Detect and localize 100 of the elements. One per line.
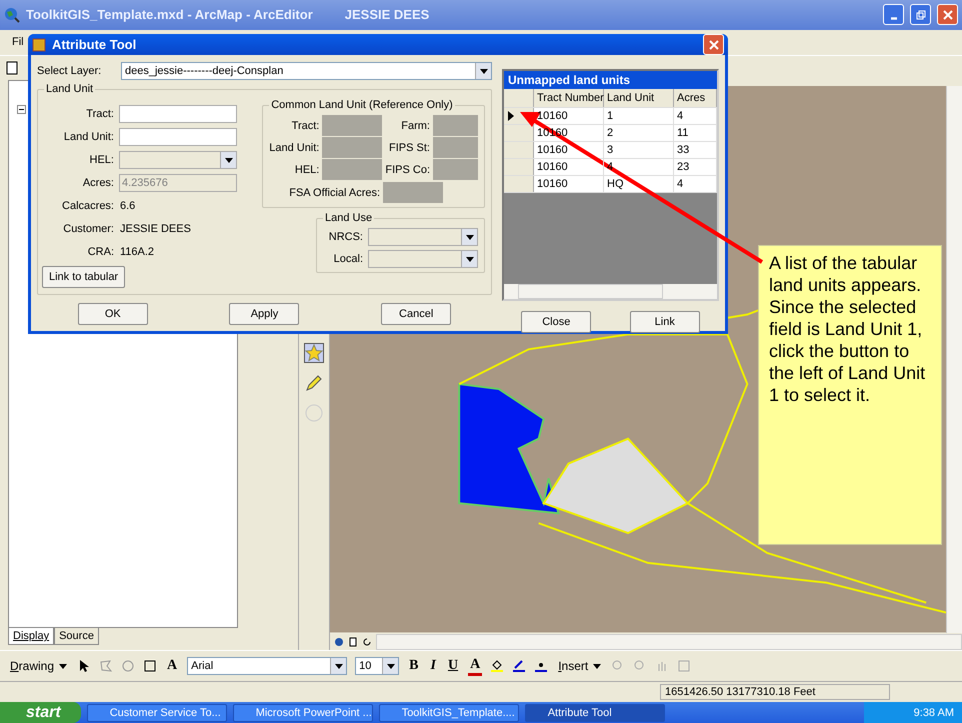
table-cell: 10160 bbox=[534, 142, 604, 158]
caret-icon bbox=[593, 664, 602, 669]
layout-view-icon[interactable] bbox=[348, 636, 358, 647]
pointer-icon[interactable] bbox=[77, 659, 92, 674]
table-cell: 2 bbox=[604, 125, 674, 141]
readonly-field bbox=[322, 137, 382, 158]
dialog-button[interactable]: Cancel bbox=[381, 303, 452, 325]
panel-tab[interactable]: Display bbox=[8, 628, 54, 646]
close-icon bbox=[708, 40, 718, 50]
readonly-field bbox=[433, 137, 478, 158]
menu-item[interactable]: Fil bbox=[12, 36, 24, 48]
table-cell: HQ bbox=[604, 176, 674, 192]
table-cell: 23 bbox=[674, 159, 717, 175]
text-field[interactable] bbox=[119, 105, 237, 123]
field-label: Farm: bbox=[400, 120, 430, 132]
insert-menu[interactable]: Insert bbox=[556, 659, 604, 674]
clock: 9:38 AM bbox=[914, 706, 954, 718]
field-label: Tract: bbox=[85, 108, 114, 120]
minimize-icon bbox=[890, 17, 896, 20]
table-cell: 11 bbox=[674, 125, 717, 141]
field-label: Acres: bbox=[82, 177, 114, 189]
field-label: Calcacres: bbox=[61, 200, 114, 212]
drawing-menu[interactable]: Drawing bbox=[8, 659, 70, 674]
table-cell: 1 bbox=[604, 108, 674, 124]
field-label: HEL: bbox=[294, 164, 320, 176]
text-field[interactable] bbox=[119, 128, 237, 146]
pencil-icon[interactable] bbox=[304, 373, 324, 394]
tool-icon bbox=[32, 38, 46, 52]
table-cell: 4 bbox=[674, 108, 717, 124]
close-button[interactable] bbox=[703, 34, 724, 55]
panel-tab[interactable]: Source bbox=[54, 628, 99, 646]
document-icon[interactable] bbox=[6, 60, 18, 75]
group-title: Land Unit bbox=[45, 83, 94, 95]
dialog-button[interactable]: Link bbox=[630, 311, 700, 333]
star-icon[interactable] bbox=[304, 343, 324, 364]
readonly-field bbox=[383, 182, 444, 203]
window-user: JESSIE DEES bbox=[344, 7, 430, 22]
line-color-icon[interactable] bbox=[512, 659, 526, 674]
table-cell: 4 bbox=[674, 176, 717, 192]
grid-title: Unmapped land units bbox=[504, 71, 717, 89]
restore-button[interactable] bbox=[910, 4, 931, 26]
field-label: CRA: bbox=[86, 246, 114, 258]
horizontal-scrollbar[interactable] bbox=[504, 284, 717, 299]
readonly-field bbox=[322, 159, 382, 180]
refresh-icon[interactable] bbox=[362, 636, 372, 647]
taskbar-button[interactable]: Customer Service To... bbox=[86, 704, 227, 722]
field-label: Local: bbox=[332, 253, 363, 265]
field-label: FIPS St: bbox=[388, 142, 430, 154]
font-dropdown[interactable]: Arial bbox=[187, 657, 348, 676]
text-tool[interactable]: A bbox=[165, 658, 180, 674]
field-value: 6.6 bbox=[119, 200, 136, 212]
field-label: Land Unit: bbox=[269, 142, 320, 154]
font-size-dropdown[interactable]: 10 bbox=[355, 657, 400, 676]
field-label: Select Layer: bbox=[37, 65, 102, 77]
window-title: ToolkitGIS_Template.mxd - ArcMap - ArcEditor bbox=[26, 7, 313, 22]
taskbar-button[interactable]: Attribute Tool bbox=[524, 704, 665, 722]
field-value: 116A.2 bbox=[119, 246, 154, 258]
minimize-button[interactable] bbox=[883, 4, 904, 26]
column-header[interactable]: Land Unit bbox=[604, 89, 674, 107]
link-to-tabular-button[interactable]: Link to tabular bbox=[42, 266, 126, 288]
taskbar-button[interactable]: ToolkitGIS_Template.... bbox=[378, 704, 519, 722]
column-header[interactable]: Acres bbox=[674, 89, 717, 107]
horizontal-scrollbar[interactable] bbox=[376, 634, 962, 650]
globe-icon bbox=[4, 6, 20, 23]
font-color-button[interactable]: A bbox=[468, 656, 482, 676]
table-cell: 3 bbox=[604, 142, 674, 158]
dialog-button[interactable]: Apply bbox=[229, 303, 300, 325]
underline-button[interactable]: U bbox=[446, 658, 460, 674]
dialog-button[interactable]: Close bbox=[521, 311, 592, 333]
rectangle-tool-icon[interactable] bbox=[143, 659, 158, 674]
readonly-field bbox=[433, 115, 478, 136]
italic-button[interactable]: I bbox=[428, 658, 438, 674]
vertical-scrollbar[interactable] bbox=[946, 86, 962, 633]
field-label: HEL: bbox=[88, 154, 114, 166]
layer-dropdown[interactable]: dees_jessie--------deej-Consplan bbox=[121, 62, 492, 80]
group-title: Common Land Unit (Reference Only) bbox=[270, 99, 454, 111]
table-cell: 10160 bbox=[534, 159, 604, 175]
dropdown-field[interactable] bbox=[368, 228, 478, 246]
field-label: Customer: bbox=[62, 223, 114, 235]
close-icon bbox=[942, 10, 952, 20]
start-button[interactable]: start bbox=[0, 702, 81, 723]
circle-tool-icon[interactable] bbox=[121, 659, 136, 674]
readonly-field bbox=[322, 115, 382, 136]
data-view-icon[interactable] bbox=[334, 636, 344, 647]
dialog-title: Attribute Tool bbox=[52, 37, 136, 52]
field-value: JESSIE DEES bbox=[119, 223, 191, 235]
collapse-icon[interactable] bbox=[17, 105, 26, 114]
bold-button[interactable]: B bbox=[407, 658, 420, 674]
taskbar-button[interactable]: Microsoft PowerPoint ... bbox=[232, 704, 373, 722]
field-label: NRCS: bbox=[328, 231, 363, 243]
table-cell: 33 bbox=[674, 142, 717, 158]
polygon-tool-icon[interactable] bbox=[99, 659, 114, 674]
readonly-field bbox=[433, 159, 478, 180]
column-header[interactable]: Tract Number bbox=[534, 89, 604, 107]
circle-icon[interactable] bbox=[304, 403, 324, 424]
field-label: FSA Official Acres: bbox=[289, 186, 380, 198]
dropdown-field[interactable] bbox=[368, 250, 478, 268]
fill-color-icon[interactable] bbox=[490, 659, 504, 674]
close-button[interactable] bbox=[937, 4, 958, 26]
dialog-button[interactable]: OK bbox=[78, 303, 148, 325]
